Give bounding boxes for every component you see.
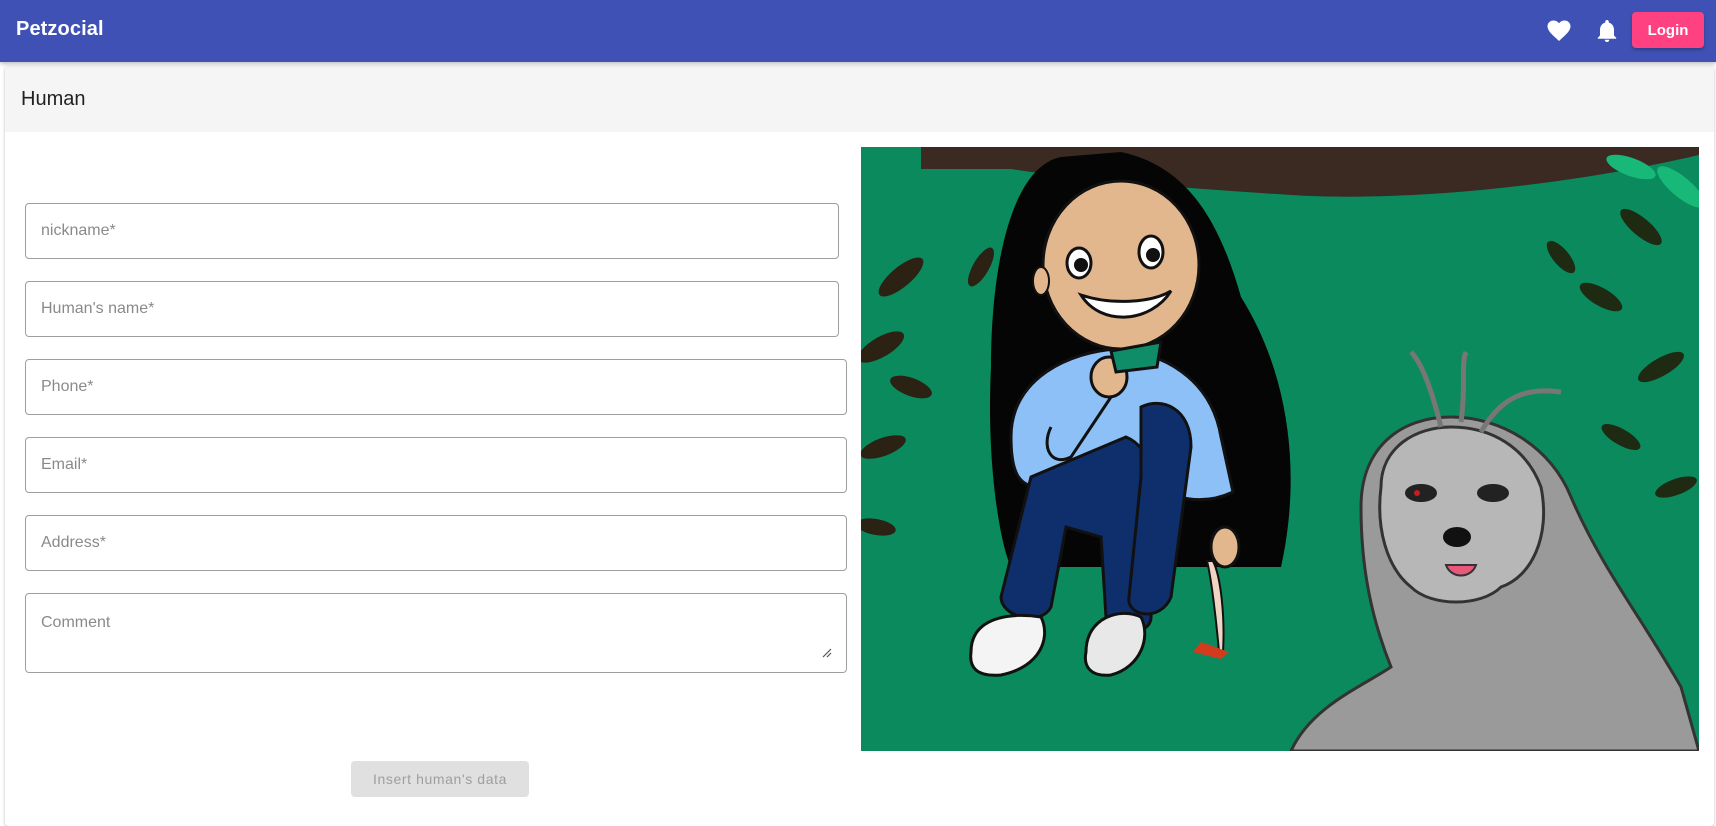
notifications-button[interactable]	[1590, 14, 1624, 48]
email-field[interactable]	[25, 437, 847, 493]
nickname-input[interactable]	[26, 204, 838, 258]
insert-human-data-button[interactable]: Insert human's data	[351, 761, 529, 797]
address-input[interactable]	[26, 516, 846, 570]
phone-input[interactable]	[26, 360, 846, 414]
human-and-dog-illustration	[861, 147, 1699, 751]
favorites-button[interactable]	[1542, 14, 1576, 48]
comment-field[interactable]	[25, 593, 847, 673]
card-header: Human	[5, 66, 1714, 132]
card-title: Human	[21, 87, 86, 110]
resize-handle-icon[interactable]	[822, 648, 832, 658]
comment-textarea[interactable]	[26, 594, 846, 672]
heart-icon	[1547, 20, 1571, 41]
app-brand[interactable]: Petzocial	[16, 18, 104, 41]
address-field[interactable]	[25, 515, 847, 571]
human-name-input[interactable]	[26, 282, 838, 336]
human-form-card: Human Insert human's data	[5, 66, 1714, 826]
nickname-field[interactable]	[25, 203, 839, 259]
phone-field[interactable]	[25, 359, 847, 415]
human-name-field[interactable]	[25, 281, 839, 337]
bell-icon	[1597, 20, 1617, 42]
email-input[interactable]	[26, 438, 846, 492]
login-button[interactable]: Login	[1632, 12, 1704, 48]
top-app-bar: Petzocial Login	[0, 0, 1716, 62]
